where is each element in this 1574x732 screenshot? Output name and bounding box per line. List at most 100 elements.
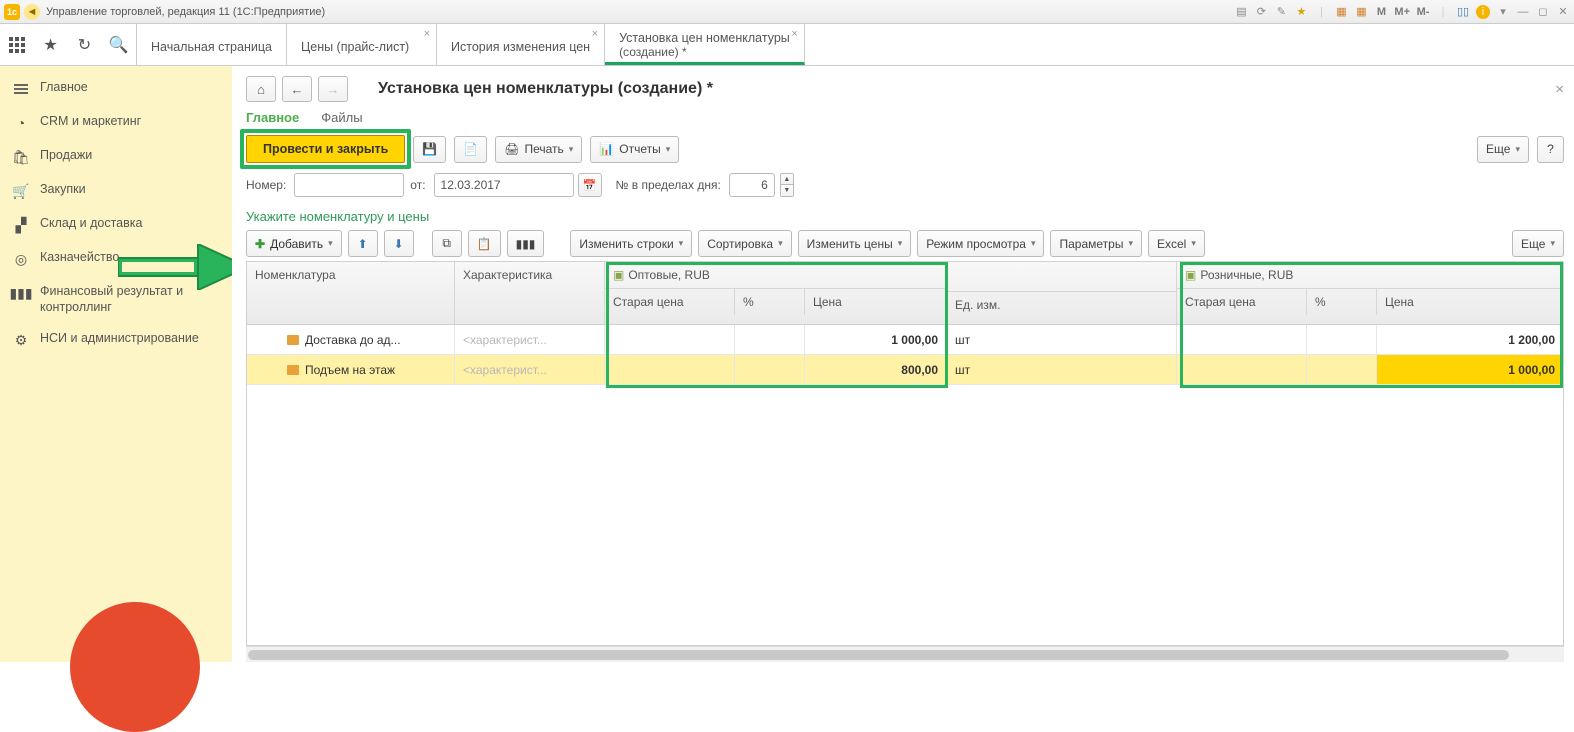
add-label: Добавить xyxy=(270,237,323,251)
col-char[interactable]: Характеристика xyxy=(455,262,604,324)
col-roz-group[interactable]: ▣Розничные, RUB xyxy=(1177,262,1563,288)
label: Изменить строки xyxy=(579,237,673,251)
nav-forward-button[interactable]: → xyxy=(318,76,348,102)
cell-old xyxy=(1177,325,1307,354)
cell-roz-price[interactable]: 1 000,00 xyxy=(1377,355,1563,384)
tab-close-icon[interactable]: × xyxy=(791,28,797,40)
calendar-icon[interactable]: ▦ xyxy=(1354,5,1368,19)
annotation-highlight xyxy=(240,129,411,169)
sidebar-item-warehouse[interactable]: ▞ Склад и доставка xyxy=(0,208,232,242)
nav-back-button[interactable]: ← xyxy=(282,76,312,102)
number-input[interactable] xyxy=(294,173,404,197)
window-maximize-icon[interactable]: ◻ xyxy=(1536,5,1550,19)
spinner-up-icon[interactable]: ▲ xyxy=(781,174,793,185)
page-close-icon[interactable]: × xyxy=(1555,81,1564,98)
sort-button[interactable]: Сортировка▾ xyxy=(698,230,791,257)
col-pct[interactable]: % xyxy=(735,289,805,315)
col-price[interactable]: Цена xyxy=(805,289,946,315)
table-row[interactable]: Подъем на этаж <характерист... 800,00 шт xyxy=(247,355,1563,385)
cell-opt-price[interactable]: 1 000,00 xyxy=(805,325,946,354)
sidebar-item-sales[interactable]: 🛍 Продажи xyxy=(0,140,232,174)
calendar-button[interactable]: 📅 xyxy=(578,173,602,197)
tab-label: Цены (прайс-лист) xyxy=(301,40,422,54)
change-rows-button[interactable]: Изменить строки▾ xyxy=(570,230,692,257)
plus-icon: ✚ xyxy=(255,237,265,251)
add-button[interactable]: ✚Добавить▾ xyxy=(246,230,342,257)
copy-button[interactable]: ⧉ xyxy=(432,230,462,257)
print-button[interactable]: 🖨Печать▾ xyxy=(495,136,582,163)
pie-icon: ◔ xyxy=(12,114,30,132)
save-icon: 💾 xyxy=(422,142,437,156)
folder-icon xyxy=(287,365,299,375)
sidebar-label: Склад и доставка xyxy=(40,216,220,232)
col-nomen[interactable]: Номенклатура xyxy=(247,262,454,324)
tab-prices[interactable]: Цены (прайс-лист) × xyxy=(287,24,437,65)
col-old-price[interactable]: Старая цена xyxy=(605,289,735,315)
post-button[interactable]: 📄 xyxy=(454,136,487,163)
change-prices-button[interactable]: Изменить цены▾ xyxy=(798,230,912,257)
subtab-files[interactable]: Файлы xyxy=(321,110,362,125)
info-icon[interactable]: i xyxy=(1476,5,1490,19)
search-icon[interactable]: 🔍 xyxy=(102,24,136,65)
table-row[interactable]: Доставка до ад... <характерист... 1 000,… xyxy=(247,325,1563,355)
barcode-button[interactable]: ▮▮▮ xyxy=(507,230,545,257)
spinner-down-icon[interactable]: ▼ xyxy=(781,185,793,196)
toolbar-icon[interactable]: ▤ xyxy=(1234,5,1248,19)
col-old-price[interactable]: Старая цена xyxy=(1177,289,1307,315)
col-opt-group[interactable]: ▣Оптовые, RUB xyxy=(605,262,946,288)
move-up-button[interactable]: ⬆ xyxy=(348,230,378,257)
save-button[interactable]: 💾 xyxy=(413,136,446,163)
window-close-icon[interactable]: ✕ xyxy=(1556,5,1570,19)
history-back-icon[interactable]: ◄ xyxy=(24,4,40,20)
favorite-icon[interactable]: ★ xyxy=(1294,5,1308,19)
panel-icon[interactable]: ▯▯ xyxy=(1456,5,1470,19)
dropdown-icon[interactable]: ▾ xyxy=(1496,5,1510,19)
horizontal-scrollbar[interactable] xyxy=(246,646,1564,662)
history-icon[interactable]: ↻ xyxy=(68,24,102,65)
tab-home[interactable]: Начальная страница xyxy=(137,24,287,65)
cell-old xyxy=(605,325,735,354)
scrollbar-thumb[interactable] xyxy=(248,650,1509,660)
memory-m-button[interactable]: M xyxy=(1374,5,1388,19)
sidebar-item-admin[interactable]: ⚙ НСИ и администрирование xyxy=(0,323,232,357)
cell-opt-price[interactable]: 800,00 xyxy=(805,355,946,384)
toolbar-icon[interactable]: ⟳ xyxy=(1254,5,1268,19)
help-button[interactable]: ? xyxy=(1537,136,1564,163)
home-button[interactable]: ⌂ xyxy=(246,76,276,102)
day-order-input[interactable]: 6 xyxy=(729,173,775,197)
paste-button[interactable]: 📋 xyxy=(468,230,501,257)
sidebar-item-crm[interactable]: ◔ CRM и маркетинг xyxy=(0,106,232,140)
tab-close-icon[interactable]: × xyxy=(592,28,598,40)
price-type-icon: ▣ xyxy=(613,268,624,282)
table-more-button[interactable]: Еще▾ xyxy=(1512,230,1564,257)
params-button[interactable]: Параметры▾ xyxy=(1050,230,1142,257)
col-uom[interactable]: Ед. изм. xyxy=(947,291,1176,318)
memory-mminus-button[interactable]: M- xyxy=(1416,5,1430,19)
toolbar-icon[interactable]: ✎ xyxy=(1274,5,1288,19)
col-price[interactable]: Цена xyxy=(1377,289,1563,315)
tab-set-prices[interactable]: Установка цен номенклатуры (создание) * … xyxy=(605,24,805,65)
calc-icon[interactable]: ▦ xyxy=(1334,5,1348,19)
memory-mplus-button[interactable]: M+ xyxy=(1394,5,1410,19)
subtab-main[interactable]: Главное xyxy=(246,110,299,125)
table-toolbar: ✚Добавить▾ ⬆ ⬇ ⧉ 📋 ▮▮▮ Изменить строки▾ … xyxy=(246,230,1564,257)
move-down-button[interactable]: ⬇ xyxy=(384,230,414,257)
bag-icon: 🛍 xyxy=(12,148,30,166)
view-mode-button[interactable]: Режим просмотра▾ xyxy=(917,230,1044,257)
star-icon[interactable]: ★ xyxy=(34,24,68,65)
apps-icon[interactable] xyxy=(0,24,34,65)
tab-close-icon[interactable]: × xyxy=(424,28,430,40)
date-input[interactable]: 12.03.2017 xyxy=(434,173,574,197)
cell-roz-price[interactable]: 1 200,00 xyxy=(1377,325,1563,354)
from-label: от: xyxy=(410,178,425,192)
spinner[interactable]: ▲▼ xyxy=(780,173,794,197)
more-button[interactable]: Еще▾ xyxy=(1477,136,1529,163)
reports-button[interactable]: 📊Отчеты▾ xyxy=(590,136,679,163)
excel-button[interactable]: Excel▾ xyxy=(1148,230,1205,257)
sidebar-item-purchases[interactable]: 🛒 Закупки xyxy=(0,174,232,208)
window-minimize-icon[interactable]: — xyxy=(1516,5,1530,19)
chart-icon: 📊 xyxy=(599,142,614,156)
tab-history[interactable]: История изменения цен × xyxy=(437,24,605,65)
col-pct[interactable]: % xyxy=(1307,289,1377,315)
sidebar-item-main[interactable]: Главное xyxy=(0,72,232,106)
